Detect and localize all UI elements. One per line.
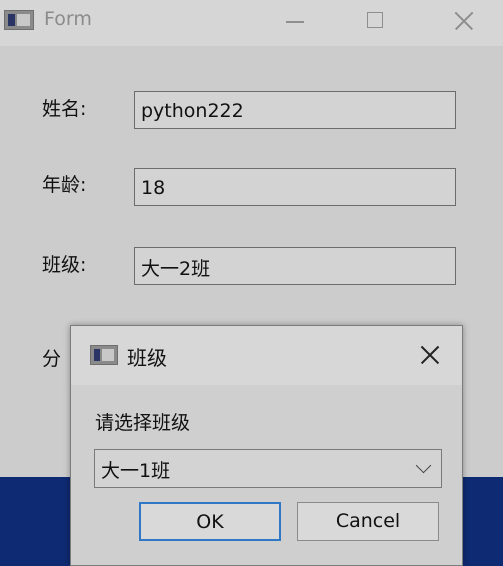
name-label: 姓名: — [42, 98, 87, 120]
combobox-selected-value: 大一1班 — [101, 460, 171, 482]
dialog-title: 班级 — [127, 346, 167, 370]
class-combobox[interactable]: 大一1班 — [94, 449, 442, 488]
dialog-app-icon — [90, 345, 118, 365]
age-label: 年龄: — [42, 174, 87, 196]
age-input[interactable] — [134, 168, 456, 206]
window-title: Form — [44, 8, 92, 30]
dialog-titlebar[interactable]: 班级 — [71, 326, 462, 385]
window-titlebar[interactable]: Form — [0, 0, 503, 46]
class-select-dialog: 班级 请选择班级 大一1班 OK Cancel — [70, 325, 463, 566]
maximize-button[interactable] — [345, 0, 405, 44]
dialog-prompt: 请选择班级 — [95, 412, 191, 434]
ok-button[interactable]: OK — [139, 502, 281, 541]
partial-field-label: 分 — [42, 348, 62, 370]
close-window-button[interactable] — [431, 0, 491, 44]
dialog-close-button[interactable] — [413, 338, 447, 372]
class-input[interactable] — [134, 247, 456, 285]
class-label: 班级: — [42, 254, 87, 276]
window-app-icon — [4, 10, 34, 30]
name-input[interactable] — [134, 91, 456, 129]
cancel-button[interactable]: Cancel — [297, 502, 439, 541]
chevron-down-icon — [415, 457, 432, 474]
minimize-button[interactable] — [264, 0, 324, 44]
